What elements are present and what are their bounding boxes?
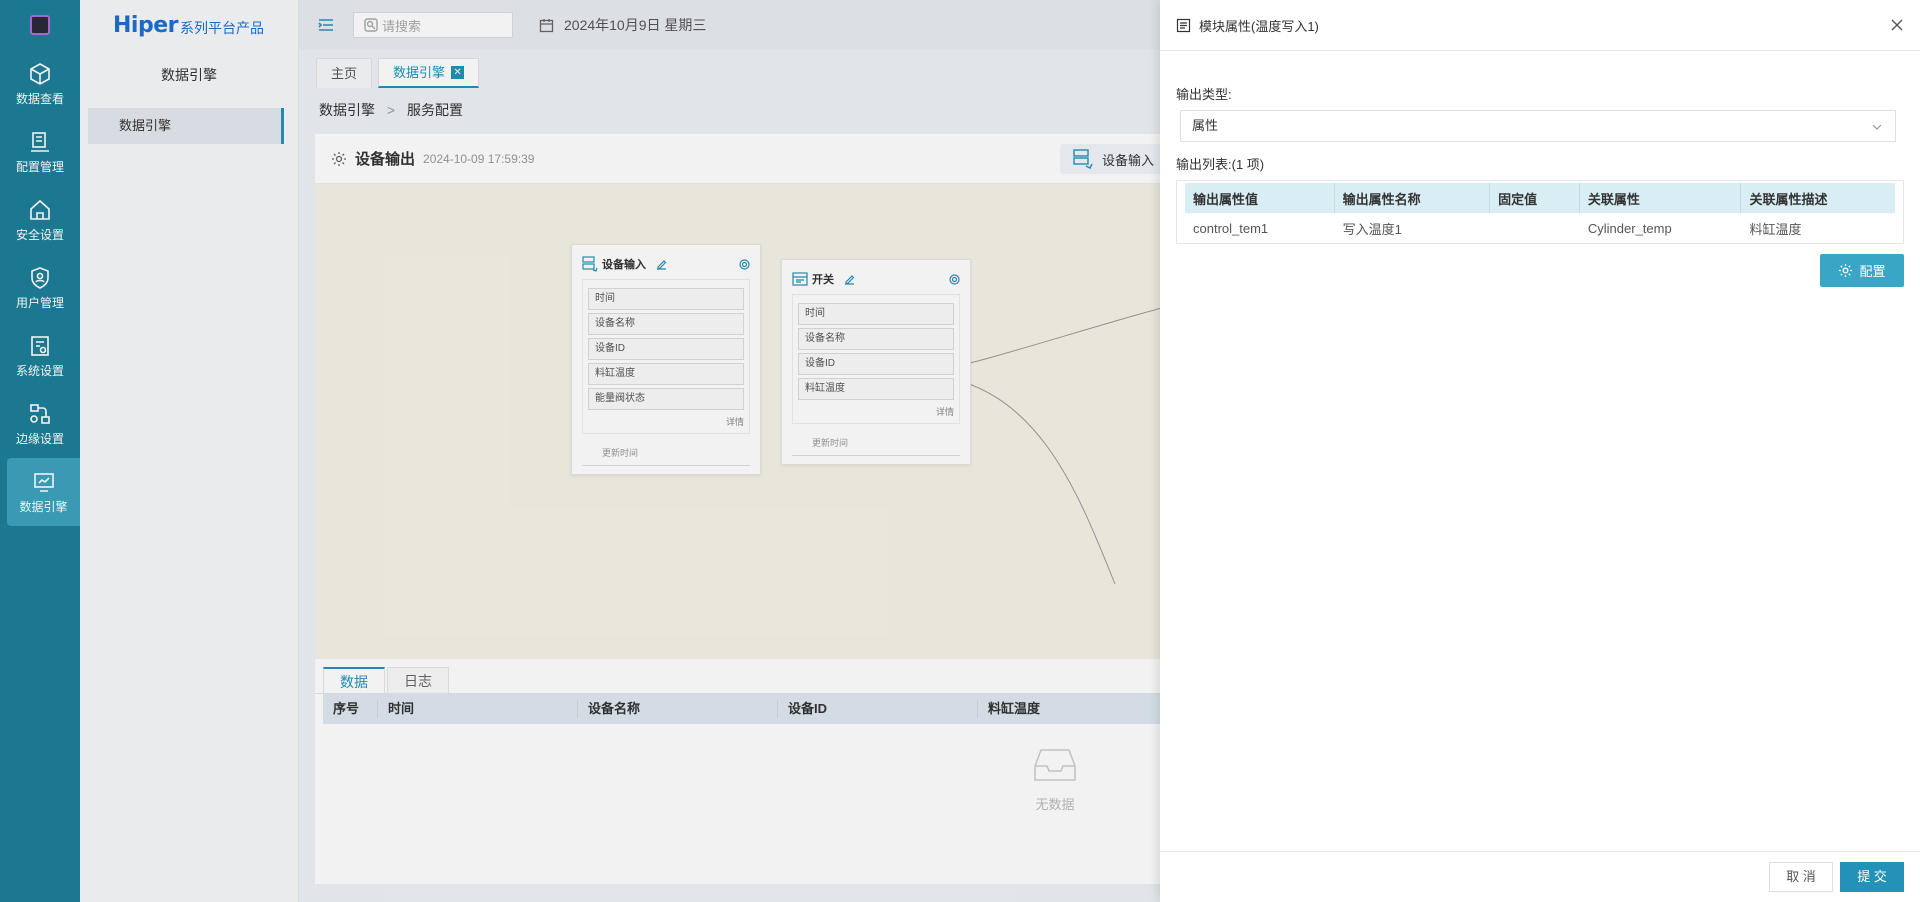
table-cell: 写入温度1 <box>1342 221 1402 237</box>
drawer-title: 模块属性(温度写入1) <box>1199 18 1319 34</box>
drawer-header: 模块属性(温度写入1) <box>1160 0 1920 51</box>
table-cell <box>1490 213 1580 243</box>
module-properties-drawer: 模块属性(温度写入1) 输出类型: 属性 输出列表:(1 项) 输出属性值 输出… <box>1160 0 1920 902</box>
column-header: 关联属性 <box>1580 183 1742 213</box>
submit-button[interactable]: 提 交 <box>1840 862 1904 892</box>
gear-icon <box>1839 263 1853 278</box>
table-cell: control_tem1 <box>1193 220 1269 236</box>
column-header: 关联属性描述 <box>1749 191 1828 207</box>
column-header: 输出属性名称 <box>1335 183 1491 213</box>
table-cell: Cylinder_temp <box>1587 220 1672 236</box>
config-button[interactable]: 配置 <box>1820 254 1904 287</box>
modal-overlay[interactable] <box>0 0 1160 902</box>
cancel-button[interactable]: 取 消 <box>1769 862 1833 892</box>
output-type-label: 输出类型: <box>1176 87 1232 102</box>
chevron-down-icon <box>1872 124 1882 130</box>
config-button-label: 配置 <box>1859 264 1886 279</box>
close-icon[interactable] <box>1888 16 1906 34</box>
drawer-footer: 取 消 提 交 <box>1160 851 1920 902</box>
output-type-select[interactable]: 属性 <box>1180 110 1896 142</box>
table-cell: 料缸温度 <box>1749 221 1802 237</box>
output-table: 输出属性值 输出属性名称 固定值 关联属性 关联属性描述 control_tem… <box>1176 180 1904 244</box>
column-header: 固定值 <box>1490 183 1580 213</box>
table-row[interactable]: control_tem1 写入温度1 Cylinder_temp 料缸温度 <box>1177 213 1903 243</box>
output-table-header: 输出属性值 输出属性名称 固定值 关联属性 关联属性描述 <box>1185 183 1895 213</box>
document-icon <box>1176 18 1191 32</box>
column-header: 输出属性值 <box>1185 183 1335 213</box>
output-type-value: 属性 <box>1192 118 1219 133</box>
output-list-label: 输出列表:(1 项) <box>1176 157 1265 172</box>
